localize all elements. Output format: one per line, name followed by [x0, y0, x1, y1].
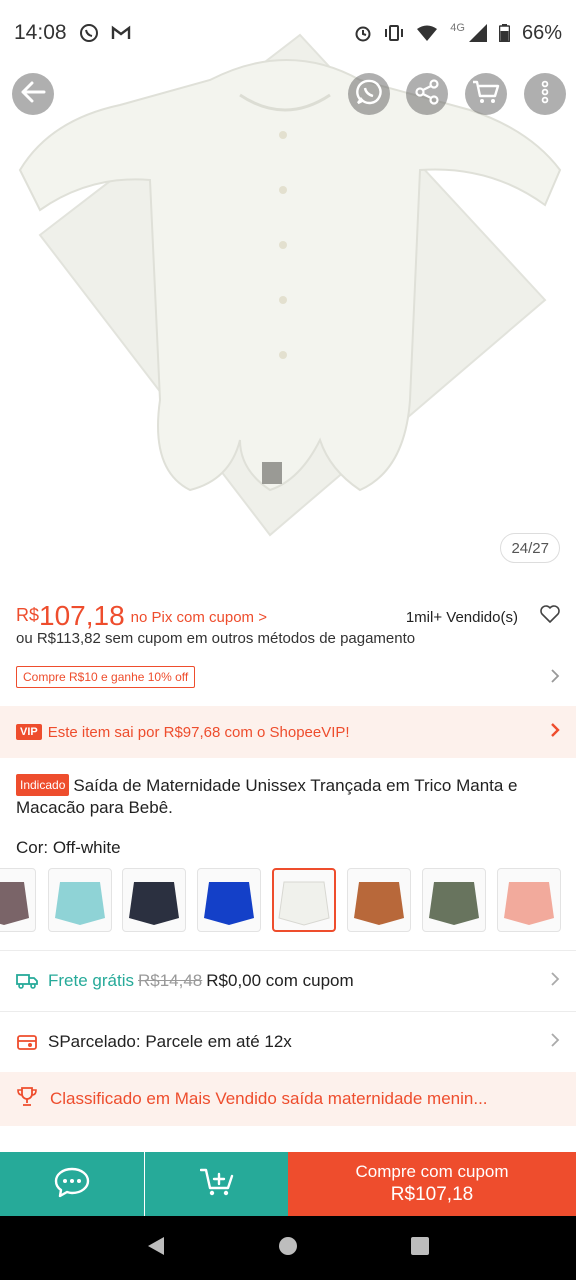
cart-icon — [472, 79, 500, 110]
arrow-left-icon — [20, 81, 46, 108]
color-swatches — [0, 868, 576, 934]
wifi-icon — [416, 25, 438, 41]
price-currency: R$ — [16, 605, 40, 625]
favorite-heart-icon[interactable] — [540, 605, 560, 628]
sold-count: 1mil+ Vendido(s) — [405, 609, 518, 626]
swatch-image — [354, 882, 404, 925]
chevron-right-icon — [550, 668, 560, 689]
back-button[interactable] — [12, 73, 54, 115]
nav-back-icon[interactable] — [145, 1235, 167, 1262]
signal-icon — [468, 24, 487, 42]
alarm-icon — [354, 24, 372, 42]
chat-icon — [54, 1166, 90, 1203]
swatch-royal-blue[interactable] — [197, 868, 261, 932]
product-title: Indicado Saída de Maternidade Unissex Tra… — [16, 774, 560, 819]
swatch-image — [278, 881, 330, 926]
swatch-image — [204, 882, 254, 925]
vibrate-icon — [384, 25, 404, 41]
buy-with-coupon-button[interactable]: Compre com cupom R$107,18 — [288, 1152, 576, 1216]
free-shipping-label: Frete grátis — [48, 971, 134, 990]
cart-button[interactable] — [465, 73, 507, 115]
recommended-badge: Indicado — [16, 774, 70, 796]
swatch-navy[interactable] — [122, 868, 186, 932]
system-navigation-bar — [0, 1216, 576, 1280]
swatch-mauve[interactable] — [0, 868, 36, 932]
shopee-vip-banner[interactable]: VIP Este item sai por R$97,68 com o Shop… — [0, 706, 576, 758]
more-vertical-icon — [541, 80, 549, 109]
action-bar: Compre com cupom R$107,18 — [0, 1152, 576, 1216]
variant-label: Cor: Off-white — [16, 838, 121, 857]
shipping-row[interactable]: Frete grátis R$14,48 R$0,00 com cupom — [0, 952, 576, 1010]
buy-button-price: R$107,18 — [390, 1184, 474, 1205]
ranking-banner[interactable]: Classificado em Mais Vendido saída mater… — [0, 1072, 576, 1126]
chevron-right-icon — [550, 721, 560, 744]
swatch-image — [129, 882, 179, 925]
whatsapp-icon — [356, 79, 382, 110]
network-type: 4G — [450, 22, 465, 34]
image-counter: 24/27 — [500, 533, 560, 563]
gmail-notification-icon — [111, 25, 131, 41]
swatch-image — [429, 882, 479, 925]
coupon-tag[interactable]: Compre R$10 e ganhe 10% off — [16, 666, 196, 688]
nav-home-icon[interactable] — [277, 1235, 299, 1262]
vip-text: Este item sai por R$97,68 com o ShopeeVI… — [47, 723, 350, 741]
nav-recents-icon[interactable] — [409, 1235, 431, 1262]
share-button[interactable] — [406, 73, 448, 115]
battery-level: 66% — [521, 21, 562, 44]
shipping-new-price: R$0,00 com cupom — [206, 971, 354, 990]
installments-row[interactable]: SParcelado: Parcele em até 12x — [0, 1013, 576, 1071]
swatch-off-white[interactable] — [272, 868, 336, 932]
clock: 14:08 — [14, 21, 67, 44]
swatch-image — [0, 882, 29, 925]
vip-badge: VIP — [16, 724, 42, 740]
shipping-old-price: R$14,48 — [137, 971, 203, 990]
share-icon — [414, 78, 440, 110]
trophy-icon — [16, 1086, 38, 1113]
battery-icon — [498, 24, 510, 42]
price-value: 107,18 — [39, 600, 125, 631]
ranking-text: Classificado em Mais Vendido saída mater… — [50, 1089, 488, 1108]
product-title-text: Saída de Maternidade Unissex Trançada em… — [16, 776, 518, 817]
card-icon — [16, 1033, 38, 1051]
whatsapp-share-button[interactable] — [348, 73, 390, 115]
cart-plus-icon — [199, 1167, 234, 1202]
swatch-pink[interactable] — [497, 868, 561, 932]
status-bar: 14:08 4G 66% — [0, 0, 576, 66]
divider — [0, 1011, 576, 1012]
coupon-row[interactable]: Compre R$10 e ganhe 10% off — [16, 666, 560, 690]
swatch-olive[interactable] — [422, 868, 486, 932]
swatch-image — [504, 882, 554, 925]
swatch-aqua[interactable] — [48, 868, 112, 932]
swatch-caramel[interactable] — [347, 868, 411, 932]
truck-icon — [16, 973, 38, 989]
divider — [0, 950, 576, 951]
add-to-cart-button[interactable] — [145, 1152, 288, 1216]
swatch-image — [55, 882, 105, 925]
pix-coupon-link[interactable]: no Pix com cupom > — [131, 609, 267, 626]
chat-button[interactable] — [0, 1152, 144, 1216]
more-options-button[interactable] — [524, 73, 566, 115]
chevron-right-icon — [550, 1032, 560, 1053]
installments-text: SParcelado: Parcele em até 12x — [48, 1032, 292, 1051]
alternative-price: ou R$113,82 sem cupom em outros métodos … — [16, 630, 416, 647]
whatsapp-notification-icon — [79, 23, 99, 43]
price-row[interactable]: R$ 107,18 no Pix com cupom > 1mil+ Vendi… — [16, 592, 560, 632]
chevron-right-icon — [550, 971, 560, 992]
buy-button-label: Compre com cupom — [355, 1162, 509, 1181]
